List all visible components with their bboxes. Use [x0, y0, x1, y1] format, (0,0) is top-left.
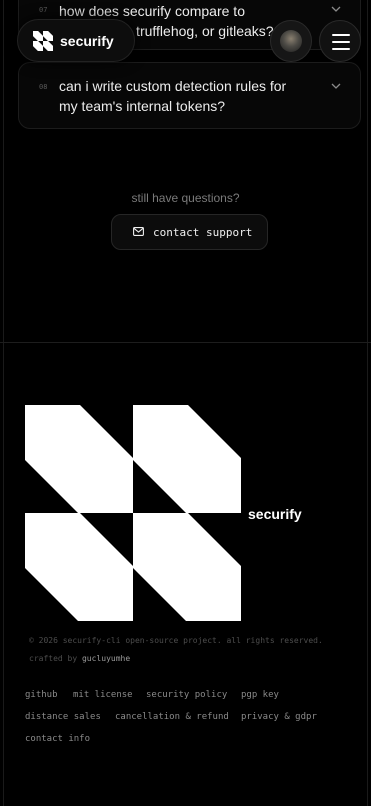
menu-button[interactable]: [319, 20, 361, 62]
securify-logo-icon: [25, 405, 241, 621]
hamburger-menu-icon: [332, 41, 350, 43]
hamburger-menu-icon: [332, 48, 350, 50]
mail-icon: [133, 227, 144, 236]
avatar-image: [280, 30, 302, 52]
footer-link-mit-license[interactable]: mit license: [73, 690, 133, 700]
section-divider: [0, 342, 371, 343]
page: 07 how does securify compare to gitguard…: [0, 0, 371, 806]
footer-link-distance-sales[interactable]: distance sales: [25, 712, 101, 722]
crafted-by: crafted by gucluyumhe: [29, 654, 131, 663]
faq-number: 08: [39, 83, 48, 91]
support-prompt: still have questions?: [131, 191, 240, 205]
avatar[interactable]: [270, 20, 312, 62]
footer-brand-name: securify: [248, 506, 302, 522]
footer-link-security-policy[interactable]: security policy: [146, 690, 227, 700]
footer-link-privacy-gdpr[interactable]: privacy & gdpr: [241, 712, 317, 722]
contact-support-label: contact support: [153, 226, 253, 239]
brand-name: securify: [60, 33, 114, 49]
author-link[interactable]: gucluyumhe: [82, 654, 130, 663]
chevron-down-icon[interactable]: [330, 80, 342, 92]
footer-link-github[interactable]: github: [25, 690, 58, 700]
footer-link-cancellation-refund[interactable]: cancellation & refund: [115, 712, 229, 722]
contact-support-button[interactable]: contact support: [111, 214, 268, 250]
chevron-down-icon[interactable]: [330, 3, 342, 15]
left-rail: [3, 0, 4, 806]
hamburger-menu-icon: [332, 34, 350, 36]
right-rail: [367, 0, 368, 806]
footer-link-pgp-key[interactable]: pgp key: [241, 690, 279, 700]
faq-item-08[interactable]: 08 can i write custom detection rules fo…: [18, 62, 361, 129]
brand-pill[interactable]: securify: [17, 19, 135, 62]
faq-number: 07: [39, 6, 48, 14]
footer-link-contact-info[interactable]: contact info: [25, 734, 90, 744]
faq-question: can i write custom detection rules for m…: [59, 78, 287, 114]
securify-logo-icon: [33, 31, 53, 51]
copyright: © 2026 securify-cli open-source project.…: [29, 636, 323, 645]
